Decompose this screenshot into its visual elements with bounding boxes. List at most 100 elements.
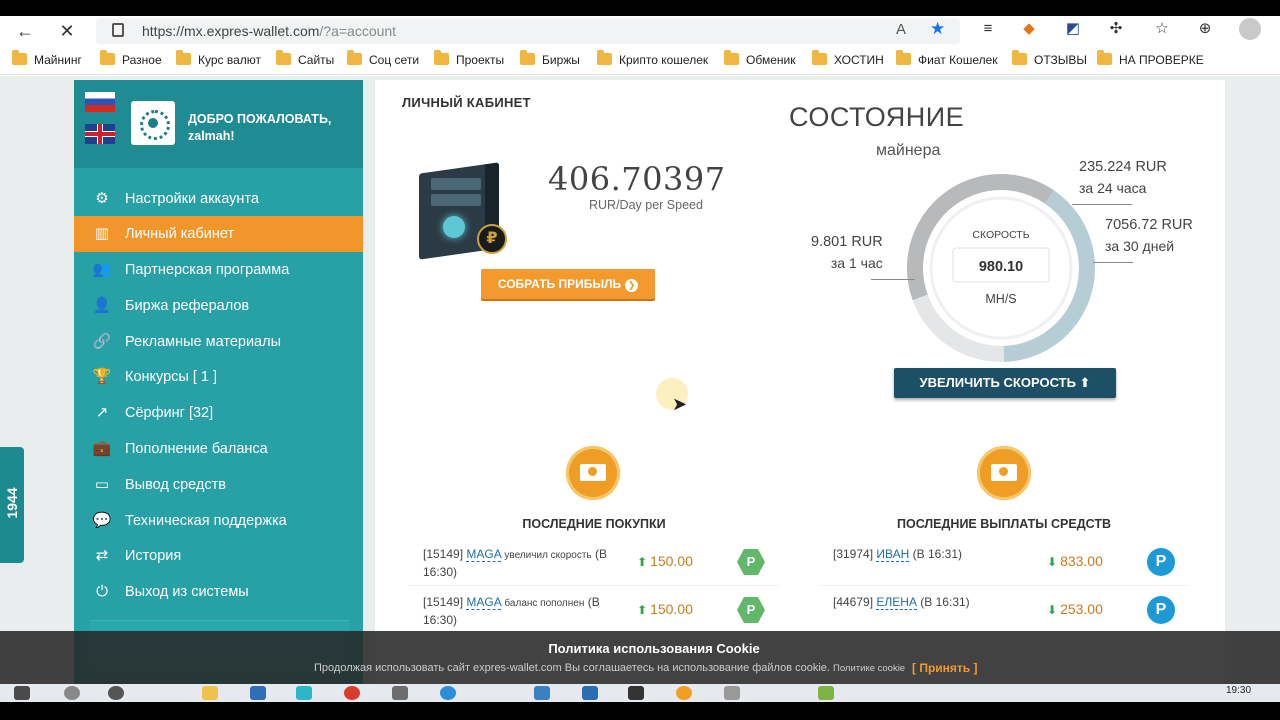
- credit-card-icon: ▭: [94, 476, 110, 493]
- arrow-up-icon: ⬆: [637, 603, 648, 617]
- cookie-text: Продолжая использовать сайт expres-walle…: [314, 662, 906, 674]
- bookmark-folder[interactable]: Проекты: [434, 50, 504, 69]
- speed-unit: MH/S: [985, 292, 1016, 306]
- sidebar-item[interactable]: ⏻ Выход из системы: [74, 574, 363, 610]
- favorites-icon[interactable]: ☆: [1151, 18, 1173, 40]
- read-aloud-icon[interactable]: A: [896, 21, 906, 38]
- user-link[interactable]: ИВАН: [876, 547, 910, 562]
- profile-avatar[interactable]: [1239, 18, 1261, 40]
- telegram-icon[interactable]: [440, 686, 456, 700]
- url-field[interactable]: https://mx.expres-wallet.com/?a=account …: [96, 18, 960, 44]
- sidebar-item[interactable]: 💼 Пополнение баланса: [74, 431, 363, 467]
- user-link[interactable]: MAGA: [466, 595, 502, 610]
- app-icon[interactable]: [724, 686, 740, 700]
- increase-speed-button[interactable]: УВЕЛИЧИТЬ СКОРОСТЬ ⬆: [894, 368, 1116, 398]
- online-counter-tab[interactable]: 1944: [0, 447, 24, 563]
- bookmark-folder[interactable]: Крипто кошелек: [597, 50, 708, 69]
- bookmark-folder[interactable]: ХОСТИН: [812, 50, 884, 69]
- accept-cookie-button[interactable]: [ Принять ]: [912, 661, 978, 675]
- puzzle-icon[interactable]: ✣: [1105, 18, 1127, 40]
- sidebar-item[interactable]: 🏆 Конкурсы [ 1 ]: [74, 359, 363, 395]
- sidebar: ДОБРО ПОЖАЛОВАТЬ, zalmah! ⚙ Настройки акк…: [74, 80, 363, 684]
- task-view-icon[interactable]: [108, 686, 124, 700]
- taskbar: 19:30: [0, 684, 1280, 702]
- bookmark-folder[interactable]: Фиат Кошелек: [896, 50, 998, 69]
- app-icon[interactable]: [534, 686, 550, 700]
- metamask-icon[interactable]: ◆: [1018, 18, 1040, 40]
- app-icon[interactable]: [818, 686, 834, 700]
- sidebar-item[interactable]: ↗ Сёрфинг [32]: [74, 395, 363, 431]
- mouse-cursor-icon: ➤: [672, 394, 688, 414]
- per-day-stat: 235.224 RUR за 24 часа: [1079, 157, 1167, 199]
- sidebar-item[interactable]: ▥ Личный кабинет: [74, 216, 363, 252]
- payeer-icon: P: [1147, 596, 1175, 624]
- folder-icon: [597, 50, 612, 65]
- state-subtitle: майнера: [876, 142, 941, 159]
- start-icon[interactable]: [14, 686, 30, 700]
- sidebar-item[interactable]: 👥 Партнерская программа: [74, 252, 363, 288]
- user-link[interactable]: MAGA: [466, 547, 502, 562]
- bookmark-folder[interactable]: ОТЗЫВЫ: [1012, 50, 1087, 69]
- list-item: [15149] MAGA увеличил скорость (В 16:30)…: [409, 538, 779, 586]
- word-icon[interactable]: [582, 686, 598, 700]
- bookmark-folder[interactable]: НА ПРОВЕРКЕ: [1097, 50, 1204, 69]
- per-day-value: 235.224 RUR: [1079, 159, 1167, 175]
- bookmarks-bar: Майнинг Разное Курс валют Сайты Соц сети…: [0, 47, 1280, 75]
- user-link[interactable]: ЕЛЕНА: [876, 595, 917, 610]
- list-item: [44679] ЕЛЕНА (В 16:31) ⬇ 253.00 P: [819, 586, 1189, 634]
- bookmark-folder[interactable]: Сайты: [276, 50, 334, 69]
- sidebar-item[interactable]: 💬 Техническая поддержка: [74, 503, 363, 539]
- state-title: СОСТОЯНИЕ: [789, 102, 965, 132]
- bookmark-folder[interactable]: Биржы: [520, 50, 580, 69]
- url-host: https://mx.expres-wallet.com: [142, 23, 320, 39]
- bookmark-folder[interactable]: Разное: [100, 50, 162, 69]
- chrome-icon[interactable]: [344, 686, 360, 700]
- folder-icon: [1097, 50, 1112, 65]
- file-explorer-icon[interactable]: [202, 686, 218, 700]
- per-month-label: за 30 дней: [1105, 238, 1175, 254]
- external-link-icon: ↗: [95, 404, 109, 421]
- app-icon[interactable]: [628, 686, 644, 700]
- per-month-stat: 7056.72 RUR за 30 дней: [1105, 215, 1193, 257]
- collect-profit-button[interactable]: СОБРАТЬ ПРИБЫЛЬ ❯: [481, 269, 655, 299]
- uk-flag-icon[interactable]: [85, 124, 115, 144]
- site-logo: [131, 101, 175, 145]
- back-icon[interactable]: ←: [12, 19, 38, 43]
- main-content: ЛИЧНЫЙ КАБИНЕТ ₽ 406.70397 RUR/Day per S…: [375, 80, 1225, 684]
- app-icon[interactable]: [392, 686, 408, 700]
- username: zalmah!: [188, 129, 235, 143]
- payeer-icon: P: [737, 549, 765, 575]
- cookie-policy-link[interactable]: Политике cookie: [833, 663, 905, 674]
- extension-icon[interactable]: ◩: [1062, 18, 1084, 40]
- collections-icon[interactable]: ⊕: [1194, 18, 1216, 40]
- edge-icon[interactable]: [296, 686, 312, 700]
- russian-flag-icon[interactable]: [85, 92, 115, 112]
- close-icon[interactable]: ✕: [54, 19, 80, 43]
- app-icon[interactable]: [676, 686, 692, 700]
- bookmark-folder[interactable]: Соц сети: [347, 50, 419, 69]
- sidebar-item[interactable]: ⇄ История: [74, 538, 363, 574]
- page: 1944 ДОБРО ПОЖАЛОВАТЬ, zalmah! ⚙ Настройк…: [0, 76, 1280, 684]
- bookmark-folder[interactable]: Курс валют: [176, 50, 261, 69]
- sidebar-item-label: Настройки аккаунта: [125, 191, 259, 207]
- sidebar-item[interactable]: 👤 Биржа рефералов: [74, 288, 363, 324]
- extension-icon[interactable]: ≡: [977, 18, 999, 40]
- search-icon[interactable]: [64, 686, 80, 700]
- sidebar-item[interactable]: ▭ Вывод средств: [74, 467, 363, 503]
- app-icon[interactable]: [250, 686, 266, 700]
- sidebar-item[interactable]: 🔗 Рекламные материалы: [74, 324, 363, 360]
- bar-chart-icon: ▥: [94, 225, 110, 242]
- link-icon: 🔗: [92, 333, 112, 350]
- favorite-star-icon[interactable]: ★: [930, 19, 945, 39]
- sidebar-item[interactable]: ⚙ Настройки аккаунта: [74, 181, 363, 217]
- url-path: /?a=account: [319, 23, 397, 39]
- bookmark-folder[interactable]: Майнинг: [12, 50, 82, 69]
- sidebar-item-label: Выход из системы: [125, 584, 249, 600]
- trophy-icon: 🏆: [92, 368, 112, 385]
- bookmark-folder[interactable]: Обменик: [724, 50, 795, 69]
- ruble-coin-icon: ₽: [477, 224, 507, 254]
- sidebar-item-label: Техническая поддержка: [125, 513, 287, 529]
- balance-unit: RUR/Day per Speed: [589, 198, 703, 212]
- page-title: ЛИЧНЫЙ КАБИНЕТ: [402, 95, 531, 110]
- address-bar-row: ← ✕ https://mx.expres-wallet.com/?a=acco…: [0, 16, 1280, 46]
